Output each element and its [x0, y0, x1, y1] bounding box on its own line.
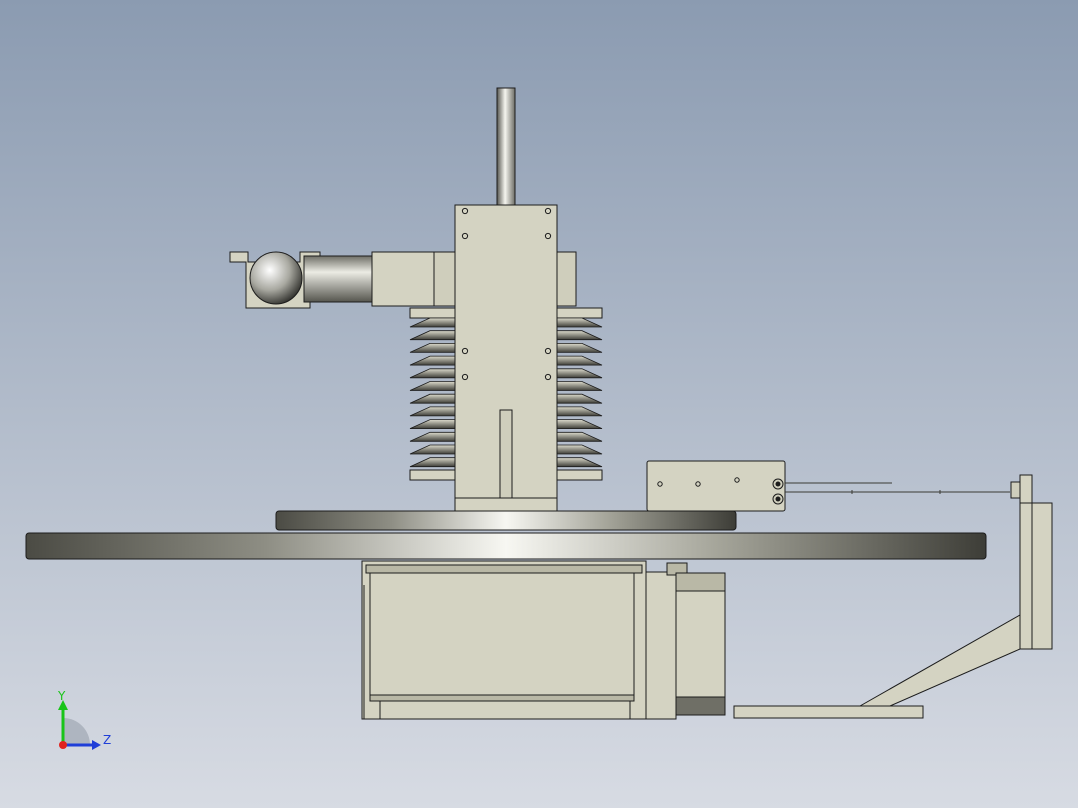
bellows-bottom-plate — [556, 469, 603, 481]
right-side-block[interactable] — [555, 251, 577, 307]
bellows-bottom-plate — [409, 469, 456, 481]
center-column[interactable] — [454, 204, 558, 514]
sensor-housing[interactable] — [646, 460, 786, 512]
horizontal-pipe[interactable] — [303, 255, 375, 303]
servo-motor[interactable] — [675, 572, 726, 716]
large-base-disc[interactable] — [25, 532, 987, 560]
cad-viewport[interactable]: Y Z — [0, 0, 1078, 808]
pipe-coupling-block[interactable] — [371, 251, 457, 307]
upper-rotary-disc[interactable] — [275, 510, 737, 531]
y-axis-label: Y — [57, 689, 66, 703]
bellows-top-plate — [409, 307, 456, 319]
gearbox-housing[interactable] — [361, 560, 647, 720]
bellows-top-plate — [556, 307, 603, 319]
vertical-rod[interactable] — [496, 87, 516, 207]
z-axis-label: Z — [103, 733, 111, 747]
